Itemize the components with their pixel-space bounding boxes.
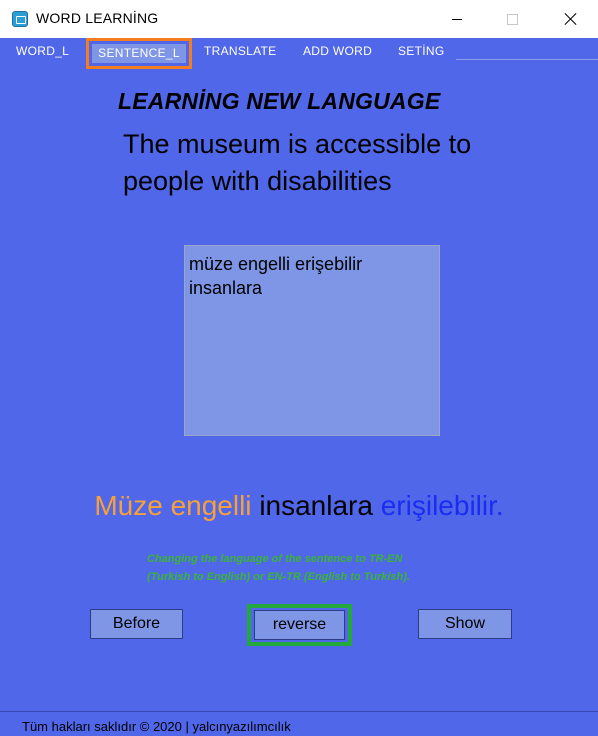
tab-setting[interactable]: SETİNG (398, 44, 444, 58)
page-heading: LEARNİNG NEW LANGUAGE (118, 88, 441, 114)
footer-divider (0, 711, 598, 712)
colored-translation: Müze engelli insanlara erişilebilir. (0, 490, 598, 522)
main-panel: WORD_L SENTENCE_L TRANSLATE ADD WORD SET… (0, 38, 598, 736)
minimize-icon (452, 18, 462, 20)
answer-textbox[interactable]: müze engelli erişebilir insanlara (184, 245, 440, 436)
close-icon (564, 12, 578, 26)
tab-add-word[interactable]: ADD WORD (303, 44, 372, 58)
footer-copyright: Tüm hakları saklıdır © 2020 | yalcınyazı… (22, 719, 291, 734)
close-button[interactable] (548, 0, 594, 38)
app-icon (12, 11, 28, 27)
tab-word[interactable]: WORD_L (16, 44, 69, 58)
reverse-button[interactable]: reverse (254, 610, 345, 640)
translation-part-2: insanlara (259, 490, 373, 521)
maximize-button[interactable] (489, 0, 535, 38)
tab-bar: WORD_L SENTENCE_L TRANSLATE ADD WORD SET… (0, 38, 598, 69)
title-bar: WORD LEARNİNG (0, 0, 598, 38)
window-title: WORD LEARNİNG (36, 10, 159, 26)
tab-divider (456, 59, 598, 60)
reverse-highlight: reverse (247, 604, 352, 646)
translation-part-1: Müze engelli (94, 490, 252, 521)
maximize-icon (506, 13, 518, 25)
english-sentence: The museum is accessible to people with … (123, 129, 472, 196)
tab-sentence-highlight: SENTENCE_L (86, 38, 192, 69)
answer-text: müze engelli erişebilir insanlara (189, 254, 363, 298)
before-button[interactable]: Before (90, 609, 183, 639)
tab-sentence[interactable]: SENTENCE_L (92, 44, 186, 63)
reverse-hint: Changing the language of the sentence to… (147, 553, 410, 583)
show-button[interactable]: Show (418, 609, 512, 639)
tab-translate[interactable]: TRANSLATE (204, 44, 277, 58)
translation-part-3: erişilebilir. (380, 490, 504, 521)
minimize-button[interactable] (434, 0, 480, 38)
